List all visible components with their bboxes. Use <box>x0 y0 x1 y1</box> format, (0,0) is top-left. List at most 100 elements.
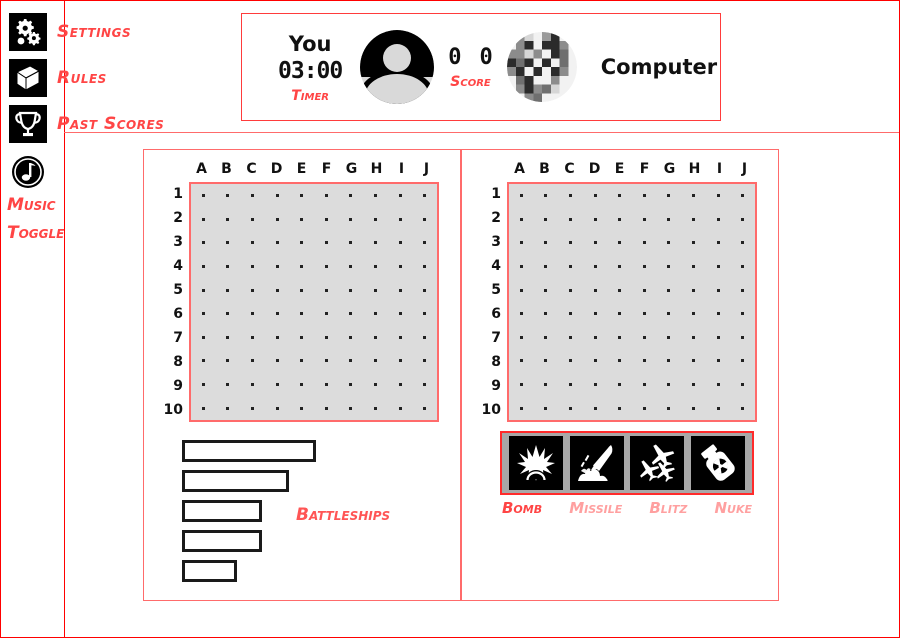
computer-board-cell-I1[interactable] <box>706 184 731 208</box>
computer-board-cell-J2[interactable] <box>730 208 755 232</box>
player-board-cell-B7[interactable] <box>216 326 241 350</box>
player-board-cell-E5[interactable] <box>289 278 314 302</box>
computer-board-cell-C2[interactable] <box>558 208 583 232</box>
player-board-cell-E3[interactable] <box>289 231 314 255</box>
player-board-cell-G10[interactable] <box>339 396 364 420</box>
computer-board-cell-C9[interactable] <box>558 373 583 397</box>
computer-board-cell-A6[interactable] <box>509 302 534 326</box>
player-board-cell-E9[interactable] <box>289 373 314 397</box>
weapon-label-nuke[interactable]: Nuke <box>714 499 752 517</box>
player-board-cell-J4[interactable] <box>412 255 437 279</box>
computer-board-cell-C8[interactable] <box>558 349 583 373</box>
computer-board-cell-H7[interactable] <box>681 326 706 350</box>
computer-board-cell-D4[interactable] <box>583 255 608 279</box>
computer-board-cell-H8[interactable] <box>681 349 706 373</box>
computer-board-cell-E4[interactable] <box>607 255 632 279</box>
computer-board-cell-F7[interactable] <box>632 326 657 350</box>
player-board-cell-F2[interactable] <box>314 208 339 232</box>
player-board-cell-I10[interactable] <box>388 396 413 420</box>
computer-board-cell-B2[interactable] <box>534 208 559 232</box>
player-board-cell-A5[interactable] <box>191 278 216 302</box>
computer-board-cell-G9[interactable] <box>657 373 682 397</box>
player-board-cell-A3[interactable] <box>191 231 216 255</box>
player-board-cell-D1[interactable] <box>265 184 290 208</box>
player-board-cell-E4[interactable] <box>289 255 314 279</box>
player-board-cell-A10[interactable] <box>191 396 216 420</box>
computer-board-cell-A5[interactable] <box>509 278 534 302</box>
computer-board-cell-D6[interactable] <box>583 302 608 326</box>
computer-board-cell-J7[interactable] <box>730 326 755 350</box>
weapon-bomb-button[interactable] <box>509 436 564 490</box>
ship-carrier[interactable] <box>182 440 316 462</box>
computer-board-cell-F6[interactable] <box>632 302 657 326</box>
computer-board-cell-B1[interactable] <box>534 184 559 208</box>
computer-board-cell-F8[interactable] <box>632 349 657 373</box>
computer-board-cell-D7[interactable] <box>583 326 608 350</box>
computer-board-cell-E9[interactable] <box>607 373 632 397</box>
player-board-cell-F6[interactable] <box>314 302 339 326</box>
computer-board-cell-A1[interactable] <box>509 184 534 208</box>
computer-board-cell-E7[interactable] <box>607 326 632 350</box>
player-board-cell-D2[interactable] <box>265 208 290 232</box>
player-board-cell-A9[interactable] <box>191 373 216 397</box>
computer-board-cell-E3[interactable] <box>607 231 632 255</box>
player-board-cell-H6[interactable] <box>363 302 388 326</box>
computer-board-cell-J4[interactable] <box>730 255 755 279</box>
player-board-cell-I2[interactable] <box>388 208 413 232</box>
computer-board-cell-F2[interactable] <box>632 208 657 232</box>
computer-board-cell-D1[interactable] <box>583 184 608 208</box>
computer-board-cell-E8[interactable] <box>607 349 632 373</box>
computer-board-cell-I10[interactable] <box>706 396 731 420</box>
player-board-cell-B10[interactable] <box>216 396 241 420</box>
computer-board-cell-B7[interactable] <box>534 326 559 350</box>
player-board-cell-H5[interactable] <box>363 278 388 302</box>
computer-board-cell-G10[interactable] <box>657 396 682 420</box>
player-board-cell-G1[interactable] <box>339 184 364 208</box>
player-board-cell-H4[interactable] <box>363 255 388 279</box>
player-board-cell-C9[interactable] <box>240 373 265 397</box>
player-board-cell-F9[interactable] <box>314 373 339 397</box>
computer-board-cell-H6[interactable] <box>681 302 706 326</box>
computer-board-cell-A9[interactable] <box>509 373 534 397</box>
computer-board-cell-G5[interactable] <box>657 278 682 302</box>
computer-board-cell-E10[interactable] <box>607 396 632 420</box>
computer-board-cell-H10[interactable] <box>681 396 706 420</box>
computer-board-cell-H9[interactable] <box>681 373 706 397</box>
computer-board-cell-J5[interactable] <box>730 278 755 302</box>
computer-board-cell-B9[interactable] <box>534 373 559 397</box>
player-board-cell-A4[interactable] <box>191 255 216 279</box>
computer-board-cell-G4[interactable] <box>657 255 682 279</box>
computer-board-cell-B3[interactable] <box>534 231 559 255</box>
computer-board-cell-G1[interactable] <box>657 184 682 208</box>
computer-board-cell-G7[interactable] <box>657 326 682 350</box>
computer-board-cell-H1[interactable] <box>681 184 706 208</box>
player-board-cell-I4[interactable] <box>388 255 413 279</box>
sidebar-item-rules[interactable]: Rules <box>1 57 171 99</box>
computer-board-cell-J9[interactable] <box>730 373 755 397</box>
player-board-cell-F8[interactable] <box>314 349 339 373</box>
computer-board-cell-E5[interactable] <box>607 278 632 302</box>
player-board-cell-B3[interactable] <box>216 231 241 255</box>
player-board-cell-B9[interactable] <box>216 373 241 397</box>
player-board-cell-J2[interactable] <box>412 208 437 232</box>
player-board-cell-D9[interactable] <box>265 373 290 397</box>
weapon-label-bomb[interactable]: Bomb <box>502 499 542 517</box>
player-board-cell-G8[interactable] <box>339 349 364 373</box>
player-board-cell-B4[interactable] <box>216 255 241 279</box>
computer-board-cell-D9[interactable] <box>583 373 608 397</box>
player-board-cell-A2[interactable] <box>191 208 216 232</box>
player-board-cell-J5[interactable] <box>412 278 437 302</box>
computer-board-cell-C3[interactable] <box>558 231 583 255</box>
player-board-cell-E8[interactable] <box>289 349 314 373</box>
player-board-cell-F1[interactable] <box>314 184 339 208</box>
computer-board-cell-C7[interactable] <box>558 326 583 350</box>
computer-board-cell-J6[interactable] <box>730 302 755 326</box>
sidebar-item-past-scores[interactable]: Past Scores <box>1 103 171 145</box>
player-board-cell-J3[interactable] <box>412 231 437 255</box>
weapon-label-blitz[interactable]: Blitz <box>649 499 687 517</box>
computer-board-cell-H4[interactable] <box>681 255 706 279</box>
computer-board-cell-I3[interactable] <box>706 231 731 255</box>
weapon-label-missile[interactable]: Missile <box>569 499 622 517</box>
player-board-cell-I8[interactable] <box>388 349 413 373</box>
player-board-cell-B5[interactable] <box>216 278 241 302</box>
